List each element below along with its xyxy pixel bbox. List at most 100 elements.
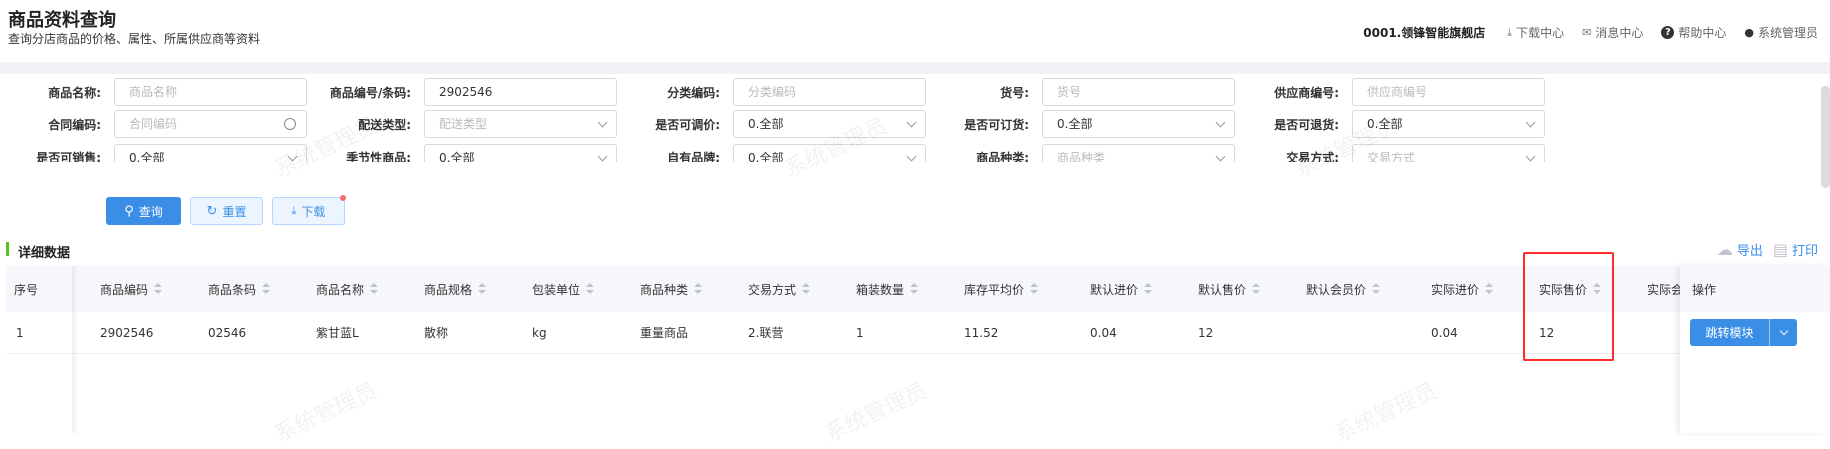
export-button[interactable]: ☁ 导出: [1717, 240, 1763, 259]
help-center-link[interactable]: ? 帮助中心: [1661, 24, 1726, 41]
page-title: 商品资料查询: [8, 10, 116, 31]
header-toolbar: 0001.领锋智能旗舰店 ⤓ 下载中心 ✉ 消息中心 ? 帮助中心 ● 系统管理…: [1363, 24, 1818, 41]
column-header[interactable]: 商品名称: [316, 266, 379, 312]
table-cell: kg: [532, 325, 547, 340]
table-cell: 紫甘蓝L: [316, 326, 359, 340]
download-icon: ⤓: [1507, 25, 1513, 39]
reset-label: 重置: [222, 204, 247, 219]
reset-button[interactable]: ↻ 重置: [190, 197, 263, 225]
header-divider: [0, 62, 1830, 74]
refresh-icon: ↻: [206, 203, 218, 219]
column-header-label: 默认进价: [1090, 282, 1139, 297]
user-menu[interactable]: ● 系统管理员: [1744, 24, 1818, 41]
table-cell: 0.04: [1431, 325, 1458, 340]
notification-dot: [340, 195, 346, 201]
supplier-code-input[interactable]: 供应商编号: [1352, 78, 1545, 106]
download-center-label: 下载中心: [1516, 26, 1565, 40]
download-button[interactable]: ⤓ 下载: [272, 195, 346, 225]
highlight-box: [1523, 252, 1614, 361]
watermark: 系统管理员: [1330, 378, 1442, 448]
column-header[interactable]: 商品编码: [100, 266, 163, 312]
sort-icon[interactable]: [1030, 283, 1039, 295]
sort-icon[interactable]: [154, 283, 163, 295]
download-center-link[interactable]: ⤓ 下载中心: [1507, 24, 1564, 41]
filter-label: 交易方式:: [1286, 151, 1339, 162]
sort-icon[interactable]: [1485, 283, 1494, 295]
sort-icon[interactable]: [1144, 283, 1153, 295]
sort-icon[interactable]: [802, 283, 811, 295]
download-label: 下载: [301, 204, 326, 219]
column-header-label: 包装单位: [532, 282, 581, 297]
chevron-down-icon: [1525, 151, 1536, 162]
column-header-label: 默认会员价: [1306, 282, 1367, 297]
filter-label: 供应商编号:: [1274, 86, 1339, 100]
jump-module-button[interactable]: 跳转模块: [1690, 319, 1797, 346]
sort-icon[interactable]: [1372, 283, 1381, 295]
column-header: 序号: [14, 282, 39, 297]
message-center-label: 消息中心: [1595, 26, 1644, 40]
column-header[interactable]: 包装单位: [532, 266, 595, 312]
print-button[interactable]: ▤ 打印: [1773, 240, 1818, 259]
table-cell: 1: [856, 325, 864, 340]
filter-scrollbar[interactable]: [1821, 86, 1830, 188]
column-header-label: 默认售价: [1198, 282, 1247, 297]
table-cell: 12: [1198, 325, 1214, 340]
column-header-label: 箱装数量: [856, 282, 905, 297]
sort-icon[interactable]: [910, 283, 919, 295]
column-header[interactable]: 默认进价: [1090, 266, 1153, 312]
chevron-down-icon[interactable]: [1769, 319, 1797, 346]
watermark: 系统管理员: [820, 378, 932, 448]
sort-icon[interactable]: [694, 283, 703, 295]
returnable-select[interactable]: 0.全部: [1352, 110, 1545, 138]
printer-icon: ▤: [1772, 240, 1788, 259]
column-header-label: 商品条码: [208, 282, 257, 297]
table-cell: 2.联营: [748, 326, 784, 340]
column-header-label: 商品规格: [424, 282, 473, 297]
operation-column: 操作 跳转模块: [1680, 266, 1830, 433]
column-header-label: 商品名称: [316, 282, 365, 297]
search-icon: ⚲: [124, 203, 134, 219]
column-header[interactable]: 实际进价: [1431, 266, 1494, 312]
filter-row: 商品名称: 商品名称 商品编号/条码: 2902546 分类编码: 分类编码 货…: [0, 78, 1815, 106]
mail-icon: ✉: [1582, 26, 1592, 39]
store-name[interactable]: 0001.领锋智能旗舰店: [1363, 24, 1485, 41]
watermark: 系统管理员: [270, 378, 382, 448]
sort-icon[interactable]: [478, 283, 487, 295]
download-icon: ⤓: [291, 204, 297, 217]
sort-icon[interactable]: [370, 283, 379, 295]
operation-header: 操作: [1680, 266, 1830, 312]
message-center-link[interactable]: ✉ 消息中心: [1582, 24, 1643, 41]
select-placeholder: 交易方式: [1367, 151, 1416, 162]
query-button[interactable]: ⚲ 查询: [106, 197, 181, 225]
select-value: 0.全部: [1367, 117, 1403, 131]
column-header-label: 实际进价: [1431, 282, 1480, 297]
export-label: 导出: [1736, 244, 1763, 259]
column-header[interactable]: 商品规格: [424, 266, 487, 312]
column-header[interactable]: 商品条码: [208, 266, 271, 312]
help-center-label: 帮助中心: [1678, 26, 1727, 40]
help-icon: ?: [1661, 26, 1675, 39]
column-header[interactable]: 默认售价: [1198, 266, 1261, 312]
column-header[interactable]: 默认会员价: [1306, 266, 1381, 312]
column-header[interactable]: 箱装数量: [856, 266, 919, 312]
page-subtitle: 查询分店商品的价格、属性、所属供应商等资料: [8, 32, 261, 46]
trade-mode-select[interactable]: 交易方式: [1352, 144, 1545, 162]
column-header[interactable]: 交易方式: [748, 266, 811, 312]
filter-item-trade: 交易方式: 交易方式: [0, 142, 1545, 162]
table-cell: 1: [16, 325, 24, 340]
query-label: 查询: [138, 204, 163, 219]
filter-label: 是否可退货:: [1274, 118, 1339, 132]
column-header-label: 商品编码: [100, 282, 149, 297]
sort-icon[interactable]: [262, 283, 271, 295]
table-cell: 重量商品: [640, 326, 689, 340]
table-cell: 0.04: [1090, 325, 1117, 340]
filter-item-supplier: 供应商编号: 供应商编号: [0, 78, 1545, 106]
column-header[interactable]: 实际会: [1647, 266, 1683, 312]
column-header[interactable]: 商品种类: [640, 266, 703, 312]
sort-icon[interactable]: [1252, 283, 1261, 295]
filter-form: 商品名称: 商品名称 商品编号/条码: 2902546 分类编码: 分类编码 货…: [0, 74, 1815, 192]
chevron-down-icon: [1525, 117, 1536, 128]
column-header[interactable]: 库存平均价: [964, 266, 1039, 312]
sort-icon[interactable]: [586, 283, 595, 295]
page-header: 商品资料查询 查询分店商品的价格、属性、所属供应商等资料 0001.领锋智能旗舰…: [0, 0, 1830, 62]
